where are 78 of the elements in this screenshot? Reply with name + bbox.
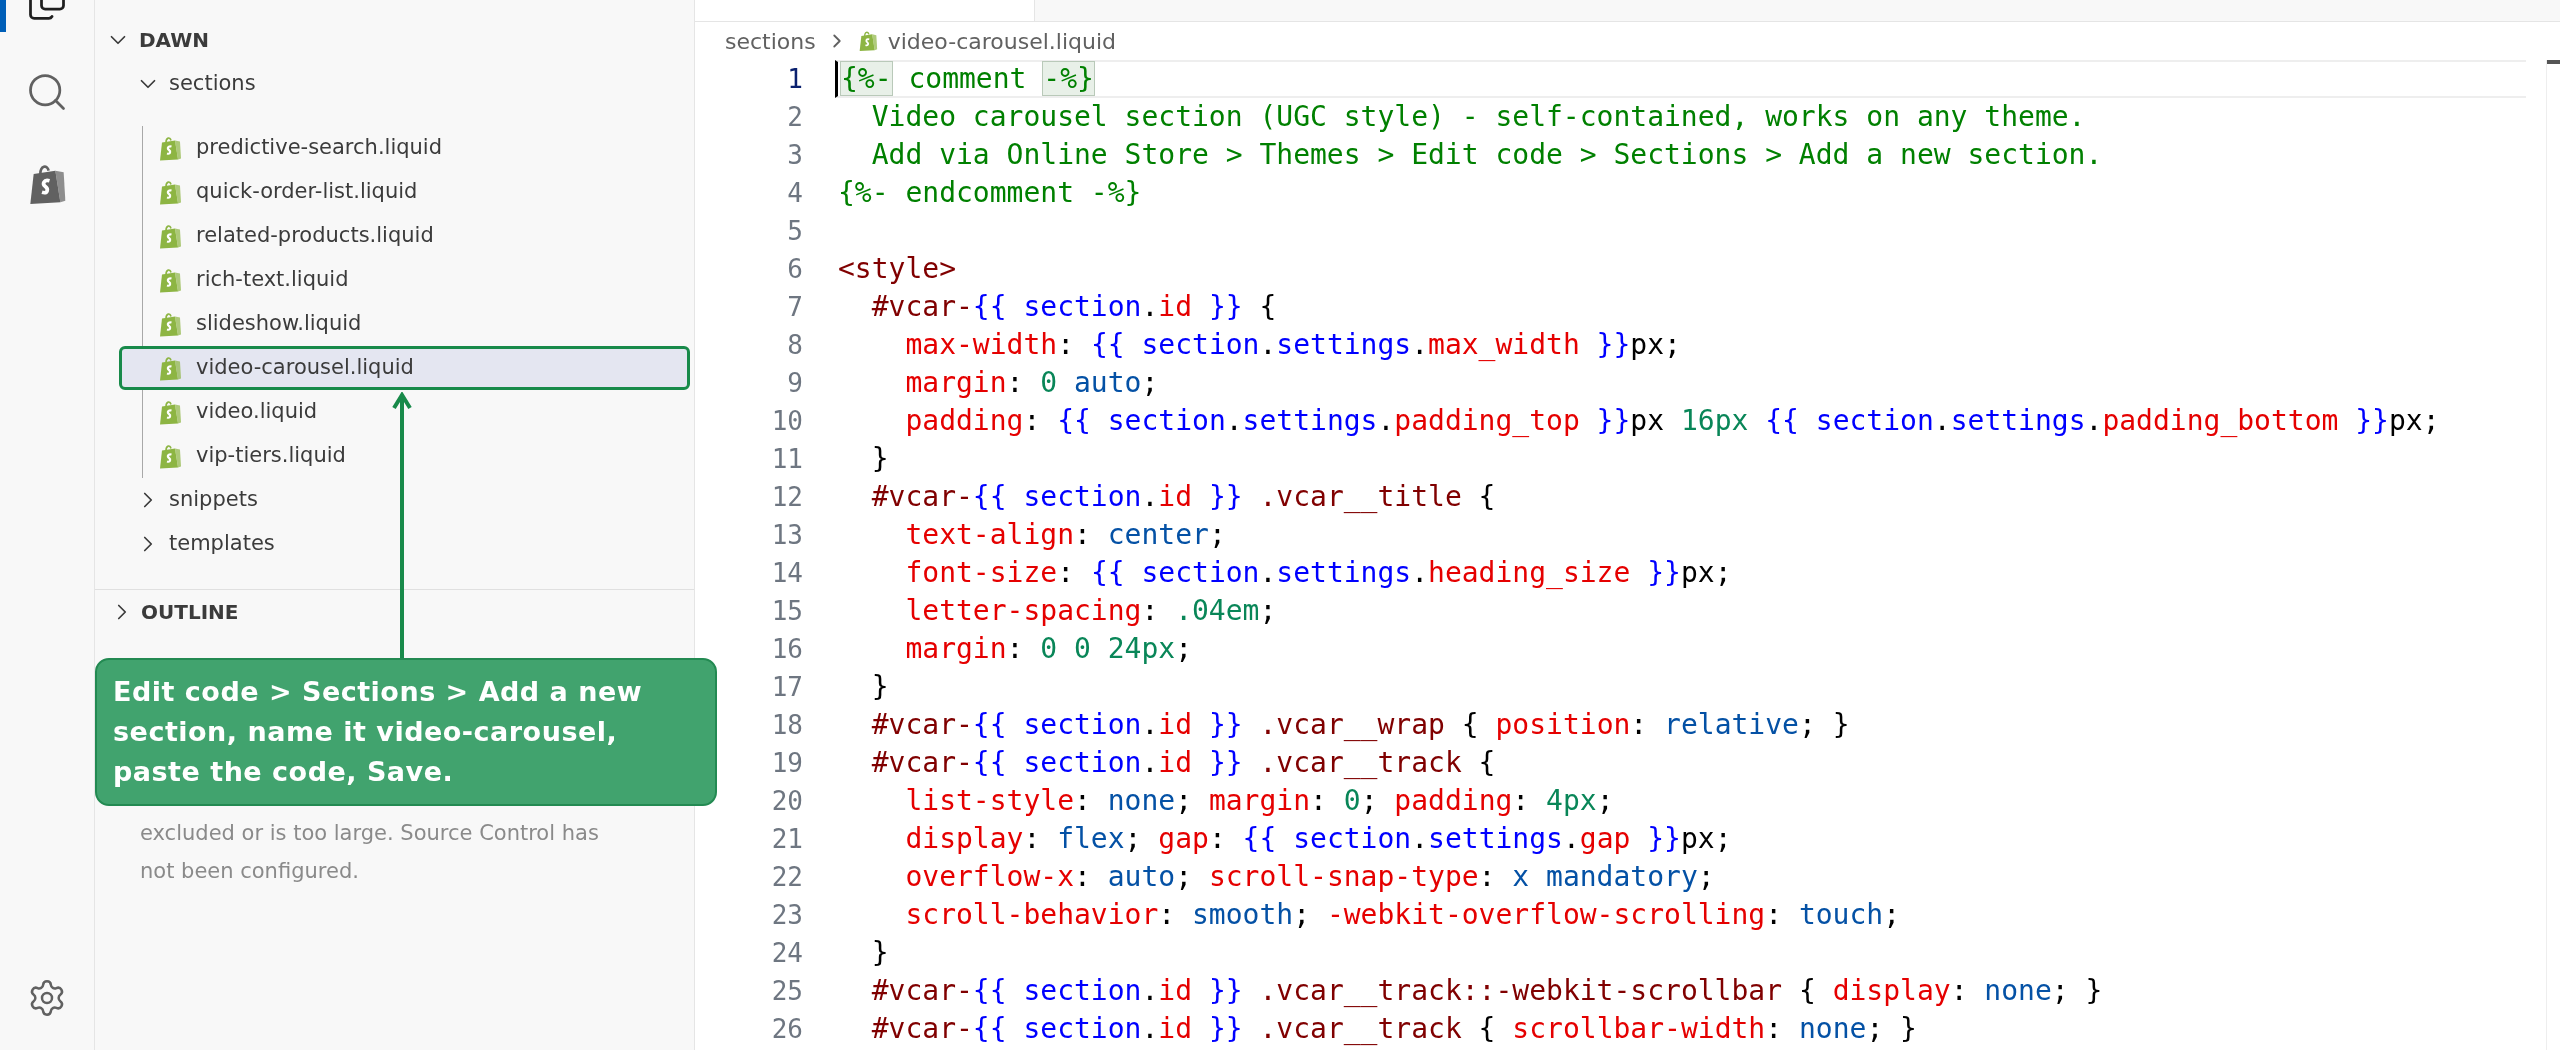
line-number: 23: [771, 899, 803, 932]
code-line: }: [870, 935, 889, 971]
line-number: 5: [787, 215, 803, 248]
code-line: list-style: none; margin: 0; padding: 4px;: [904, 783, 1614, 819]
folder-label[interactable]: sections: [169, 68, 256, 100]
code-line: }: [870, 441, 889, 477]
code-line: margin: 0 0 24px;: [904, 631, 1192, 667]
file-item[interactable]: slideshow.liquid: [143, 302, 694, 346]
code-line: {%- comment -%}: [841, 61, 1094, 97]
line-number: 8: [787, 329, 803, 362]
code-line: scroll-behavior: smooth; -webkit-overflow-scrolling: touch;: [904, 897, 1901, 933]
breadcrumb-item[interactable]: sections: [725, 24, 816, 58]
code-line: max-width: {{ section.settings.max_width }}px;: [904, 327, 1681, 363]
code-line: padding: {{ section.settings.padding_top }}px 16px {{ section.settings.padding_bottom }}px;: [904, 403, 2440, 439]
code-line: #vcar-{{ section.id }} .vcar__track { scrollbar-width: none; }: [870, 1011, 1917, 1047]
file-item[interactable]: vip-tiers.liquid: [143, 434, 694, 478]
line-number: 24: [771, 937, 803, 970]
line-number: 2: [787, 101, 803, 134]
line-number: 14: [771, 557, 803, 590]
line-number: 13: [771, 519, 803, 552]
line-number: 21: [771, 823, 803, 856]
line-number: 10: [771, 405, 803, 438]
code-line: letter-spacing: .04em;: [904, 593, 1277, 629]
line-number: 7: [787, 291, 803, 324]
line-number: 12: [771, 481, 803, 514]
line-number: 25: [771, 975, 803, 1008]
file-item[interactable]: predictive-search.liquid: [143, 126, 694, 170]
file-item[interactable]: related-products.liquid: [143, 214, 694, 258]
folder-label[interactable]: snippets: [169, 484, 258, 516]
folder-label[interactable]: templates: [169, 528, 275, 560]
line-number: 19: [771, 747, 803, 780]
folder-title[interactable]: DAWN: [139, 25, 209, 55]
shopping-bag-icon: [158, 310, 182, 338]
source-control-message: excluded or is too large. Source Control has not been configured.: [139, 820, 600, 885]
code-line: #vcar-{{ section.id }} .vcar__track::-webkit-scrollbar { display: none; }: [870, 973, 2103, 1009]
line-number: 26: [771, 1013, 803, 1046]
code-line: }: [870, 669, 889, 705]
shopping-bag-icon: [158, 134, 182, 162]
shopping-bag-icon: [158, 266, 182, 294]
line-number: 4: [787, 177, 803, 210]
code-line: Add via Online Store > Themes > Edit code > Sections > Add a new section.: [870, 137, 2103, 173]
shopping-bag-icon: [158, 398, 182, 426]
code-line: text-align: center;: [904, 517, 1226, 553]
shopping-bag-icon: [158, 354, 182, 382]
line-number: 9: [787, 367, 803, 400]
callout-box: Edit code > Sections > Add a new section, name it video-carousel, paste the code, Save.: [95, 658, 717, 806]
shopping-bag-icon: [158, 222, 182, 250]
shopping-bag-icon: [857, 29, 878, 53]
line-number: 17: [771, 671, 803, 704]
code-line: <style>: [838, 251, 956, 287]
file-item[interactable]: video.liquid: [143, 390, 694, 434]
line-number: 3: [787, 139, 803, 172]
code-line: {%- endcomment -%}: [838, 175, 1142, 211]
code-line: #vcar-{{ section.id }} .vcar__wrap { position: relative; }: [870, 707, 1850, 743]
line-number: 20: [771, 785, 803, 818]
code-line: #vcar-{{ section.id }} .vcar__track {: [870, 745, 1496, 781]
line-number: 1: [787, 63, 803, 96]
panel-title[interactable]: OUTLINE: [141, 597, 239, 627]
file-item[interactable]: quick-order-list.liquid: [143, 170, 694, 214]
code-line: margin: 0 auto;: [904, 365, 1159, 401]
code-line: Video carousel section (UGC style) - self-contained, works on any theme.: [870, 99, 2086, 135]
breadcrumb-item[interactable]: video-carousel.liquid: [887, 24, 1116, 58]
line-number: 16: [771, 633, 803, 666]
shopping-bag-icon: [158, 178, 182, 206]
code-line: #vcar-{{ section.id }} {: [870, 289, 1277, 325]
line-number: 6: [787, 253, 803, 286]
file-item[interactable]: video-carousel.liquid: [119, 346, 690, 390]
code-line: display: flex; gap: {{ section.settings.gap }}px;: [904, 821, 1732, 857]
code-line: font-size: {{ section.settings.heading_size }}px;: [904, 555, 1732, 591]
file-item[interactable]: rich-text.liquid: [143, 258, 694, 302]
line-number: 22: [771, 861, 803, 894]
line-number: 18: [771, 709, 803, 742]
shopping-bag-icon: [27, 162, 67, 206]
code-line: #vcar-{{ section.id }} .vcar__title {: [870, 479, 1496, 515]
code-line: overflow-x: auto; scroll-snap-type: x mandatory;: [904, 859, 1715, 895]
line-number: 11: [771, 443, 803, 476]
line-number: 15: [771, 595, 803, 628]
shopping-bag-icon: [158, 442, 182, 470]
